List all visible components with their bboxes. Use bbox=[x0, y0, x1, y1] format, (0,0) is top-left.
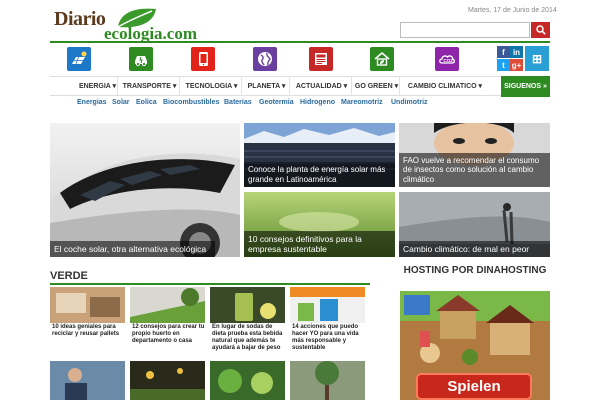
facebook-icon[interactable]: f bbox=[497, 46, 510, 58]
nav-item-transporte[interactable]: TRANSPORTE ▾ bbox=[120, 77, 180, 96]
header-divider bbox=[50, 41, 550, 43]
search-icon bbox=[535, 25, 546, 35]
play-button[interactable]: Spielen bbox=[416, 373, 532, 400]
section-divider bbox=[50, 283, 370, 285]
subnav-link[interactable]: Hidrogeno bbox=[300, 99, 335, 106]
subnav-link[interactable]: Energias bbox=[77, 99, 107, 106]
featured-card-solar-plant[interactable]: Conoce la planta de energía solar más gr… bbox=[244, 123, 395, 187]
search-form bbox=[400, 22, 550, 38]
solar-car-image bbox=[50, 123, 240, 257]
featured-card-business[interactable]: 10 consejos definitivos para la empresa … bbox=[244, 192, 395, 257]
tree-image bbox=[290, 361, 365, 400]
hosting-title: HOSTING POR DINAHOSTING bbox=[403, 265, 547, 276]
follow-us-button[interactable]: SIGUENOS » bbox=[501, 76, 550, 97]
pallets-image bbox=[50, 287, 125, 323]
eco-house-icon[interactable] bbox=[370, 47, 394, 71]
main-nav: ENERGIA ▾ TRANSPORTE ▾ TECNOLOGIA ▾ PLAN… bbox=[50, 76, 550, 97]
newspaper-icon[interactable] bbox=[309, 47, 333, 71]
thumb-title[interactable]: 12 consejos para crear tu propio huerto … bbox=[132, 324, 207, 345]
subnav-link[interactable]: Mareomotriz bbox=[341, 99, 383, 106]
featured-main-caption: El coche solar, otra alternativa ecológi… bbox=[50, 241, 215, 257]
thumb-row2-1[interactable] bbox=[50, 361, 125, 400]
search-button[interactable] bbox=[531, 22, 550, 38]
thumb-row2-3[interactable] bbox=[210, 361, 285, 400]
solar-panel-icon[interactable] bbox=[67, 47, 91, 71]
thumb-title[interactable]: 14 acciones que puedo hacer YO para una … bbox=[292, 324, 367, 352]
subnav-link[interactable]: Baterias bbox=[224, 99, 252, 106]
logo-line1: Diario bbox=[54, 8, 106, 30]
garden-image bbox=[130, 287, 205, 323]
nav-item-planeta[interactable]: PLANETA ▾ bbox=[244, 77, 290, 96]
thumb-title[interactable]: En lugar de sodas de dieta prueba esta b… bbox=[212, 324, 287, 352]
category-icon-bar: CO2 bbox=[50, 45, 550, 75]
nav-item-cambio-climatico[interactable]: CAMBIO CLIMATICO ▾ bbox=[402, 77, 488, 96]
vegetables-image bbox=[210, 361, 285, 400]
night-park-image bbox=[130, 361, 205, 400]
nav-item-go-green[interactable]: GO GREEN ▾ bbox=[354, 77, 400, 96]
co2-cloud-icon[interactable]: CO2 bbox=[435, 47, 459, 71]
thumb-row2-2[interactable] bbox=[130, 361, 205, 400]
current-date: Martes, 17 de Junio de 2014 bbox=[468, 7, 557, 14]
section-title-verde: VERDE bbox=[50, 270, 88, 282]
googleplus-icon[interactable]: g+ bbox=[510, 59, 523, 71]
featured-caption-solar-plant: Conoce la planta de energía solar más gr… bbox=[244, 162, 395, 187]
site-header: Diario ecologia.com Martes, 17 de Junio … bbox=[0, 0, 600, 44]
thumb-huerto[interactable] bbox=[130, 287, 205, 323]
globe-icon[interactable] bbox=[253, 47, 277, 71]
search-input[interactable] bbox=[400, 22, 530, 38]
featured-main-card[interactable]: El coche solar, otra alternativa ecológi… bbox=[50, 123, 240, 257]
game-advertisement[interactable]: Spielen bbox=[400, 291, 550, 400]
nav-item-energia[interactable]: ENERGIA ▾ bbox=[78, 77, 118, 96]
social-links: f in t g+ ⊞ bbox=[497, 46, 549, 72]
thumb-title[interactable]: 10 ideas geniales para reciclar y reusar… bbox=[52, 324, 127, 338]
grid-menu-icon[interactable]: ⊞ bbox=[525, 46, 549, 71]
thumb-pallets[interactable] bbox=[50, 287, 125, 323]
featured-card-insects[interactable]: FAO vuelve a recomendar el consumo de in… bbox=[399, 123, 550, 187]
thumb-acciones[interactable] bbox=[290, 287, 365, 323]
thumb-row2-4[interactable] bbox=[290, 361, 365, 400]
thumb-bebida[interactable] bbox=[210, 287, 285, 323]
nav-item-actualidad[interactable]: ACTUALIDAD ▾ bbox=[292, 77, 352, 96]
subnav-link[interactable]: Undimotriz bbox=[391, 99, 428, 106]
linkedin-icon[interactable]: in bbox=[510, 46, 523, 58]
site-logo[interactable]: Diario ecologia.com bbox=[50, 4, 200, 43]
subnav-link[interactable]: Geotermia bbox=[259, 99, 294, 106]
subnav-link[interactable]: Biocombustibles bbox=[163, 99, 219, 106]
featured-caption-business: 10 consejos definitivos para la empresa … bbox=[244, 231, 395, 257]
featured-caption-insects: FAO vuelve a recomendar el consumo de in… bbox=[399, 152, 550, 187]
people-image bbox=[50, 361, 125, 400]
electric-car-icon[interactable] bbox=[129, 47, 153, 71]
svg-text:CO2: CO2 bbox=[444, 58, 454, 63]
featured-caption-climate: Cambio climático: de mal en peor bbox=[399, 241, 550, 257]
nav-item-tecnologia[interactable]: TECNOLOGIA ▾ bbox=[182, 77, 242, 96]
featured-card-climate[interactable]: Cambio climático: de mal en peor bbox=[399, 192, 550, 257]
drink-image bbox=[210, 287, 285, 323]
subnav-link[interactable]: Eolica bbox=[136, 99, 157, 106]
twitter-icon[interactable]: t bbox=[497, 59, 510, 71]
subnav-link[interactable]: Solar bbox=[112, 99, 130, 106]
recycling-image bbox=[290, 287, 365, 323]
tablet-icon[interactable] bbox=[191, 47, 215, 71]
